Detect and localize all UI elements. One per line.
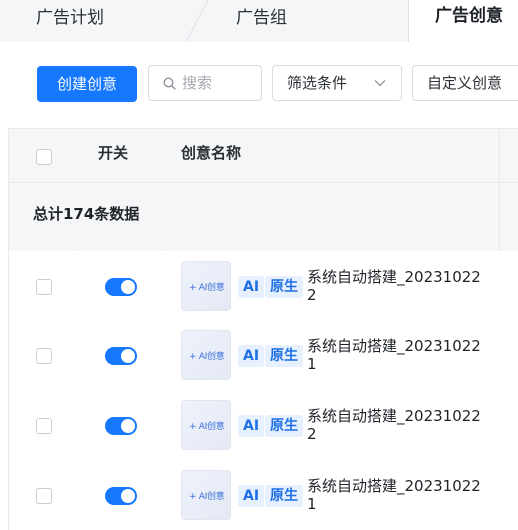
- creative-name[interactable]: 系统自动搭建_202310221: [307, 477, 483, 513]
- native-tag: 原生: [265, 345, 303, 367]
- row-checkbox[interactable]: [36, 279, 52, 295]
- row-checkbox[interactable]: [36, 348, 52, 364]
- creative-name[interactable]: 系统自动搭建_202310221: [307, 337, 483, 373]
- chevron-down-icon: [374, 80, 386, 87]
- thumbnail-label: + AI创意: [189, 422, 225, 432]
- tab-ad-plan[interactable]: 广告计划: [36, 0, 104, 41]
- ai-tag: AI: [238, 415, 265, 437]
- search-icon: [163, 77, 176, 90]
- tab-ad-creative[interactable]: 广告创意: [408, 0, 518, 42]
- creative-list-page: 广告计划 广告组 广告创意 创建创意 搜索 筛选条件 自定义创意 开关 创意名称…: [0, 0, 518, 530]
- tab-divider: [186, 0, 208, 42]
- row-checkbox[interactable]: [36, 418, 52, 434]
- creative-name[interactable]: 系统自动搭建_202310222: [307, 268, 483, 304]
- table-row[interactable]: + AI创意 AI 原生 系统自动搭建_202310222: [9, 391, 518, 462]
- creative-name[interactable]: 系统自动搭建_202310222: [307, 407, 483, 443]
- native-tag: 原生: [265, 485, 303, 507]
- total-count-text: 总计174条数据: [33, 205, 140, 223]
- creative-thumbnail[interactable]: + AI创意: [181, 330, 231, 380]
- thumbnail-label: + AI创意: [189, 352, 225, 362]
- search-input[interactable]: 搜索: [148, 65, 262, 101]
- filter-label: 筛选条件: [287, 74, 348, 92]
- filter-dropdown[interactable]: 筛选条件: [272, 65, 402, 101]
- status-toggle[interactable]: [105, 278, 137, 296]
- table-row[interactable]: + AI创意 AI 原生 系统自动搭建_202310221: [9, 321, 518, 392]
- creative-thumbnail[interactable]: + AI创意: [181, 400, 231, 450]
- custom-creative-button[interactable]: 自定义创意: [412, 65, 518, 101]
- creative-thumbnail[interactable]: + AI创意: [181, 261, 231, 311]
- thumbnail-label: + AI创意: [189, 283, 225, 293]
- custom-creative-label: 自定义创意: [427, 74, 503, 92]
- status-toggle[interactable]: [105, 487, 137, 505]
- header-switch: 开关: [98, 144, 129, 162]
- tab-bar: 广告计划 广告组 广告创意: [0, 0, 518, 42]
- tab-ad-creative-label: 广告创意: [435, 6, 503, 26]
- ai-tag: AI: [238, 276, 265, 298]
- ai-tag: AI: [238, 485, 265, 507]
- table-row[interactable]: + AI创意 AI 原生 系统自动搭建_202310222: [9, 251, 518, 322]
- row-checkbox[interactable]: [36, 488, 52, 504]
- native-tag: 原生: [265, 415, 303, 437]
- creative-table: 开关 创意名称 总计174条数据 + AI创意 AI 原生 系统自动搭建_202…: [8, 128, 518, 530]
- table-row[interactable]: + AI创意 AI 原生 系统自动搭建_202310221: [9, 461, 518, 530]
- select-all-checkbox[interactable]: [36, 149, 52, 165]
- thumbnail-label: + AI创意: [189, 492, 225, 502]
- ai-tag: AI: [238, 345, 265, 367]
- table-header: 开关 创意名称: [9, 128, 518, 183]
- status-toggle[interactable]: [105, 347, 137, 365]
- summary-row: 总计174条数据: [9, 182, 518, 252]
- tab-ad-group[interactable]: 广告组: [236, 0, 287, 41]
- header-creative-name: 创意名称: [181, 144, 242, 162]
- status-toggle[interactable]: [105, 417, 137, 435]
- native-tag: 原生: [265, 276, 303, 298]
- creative-thumbnail[interactable]: + AI创意: [181, 470, 231, 520]
- search-placeholder: 搜索: [182, 74, 213, 92]
- create-creative-button[interactable]: 创建创意: [37, 66, 137, 102]
